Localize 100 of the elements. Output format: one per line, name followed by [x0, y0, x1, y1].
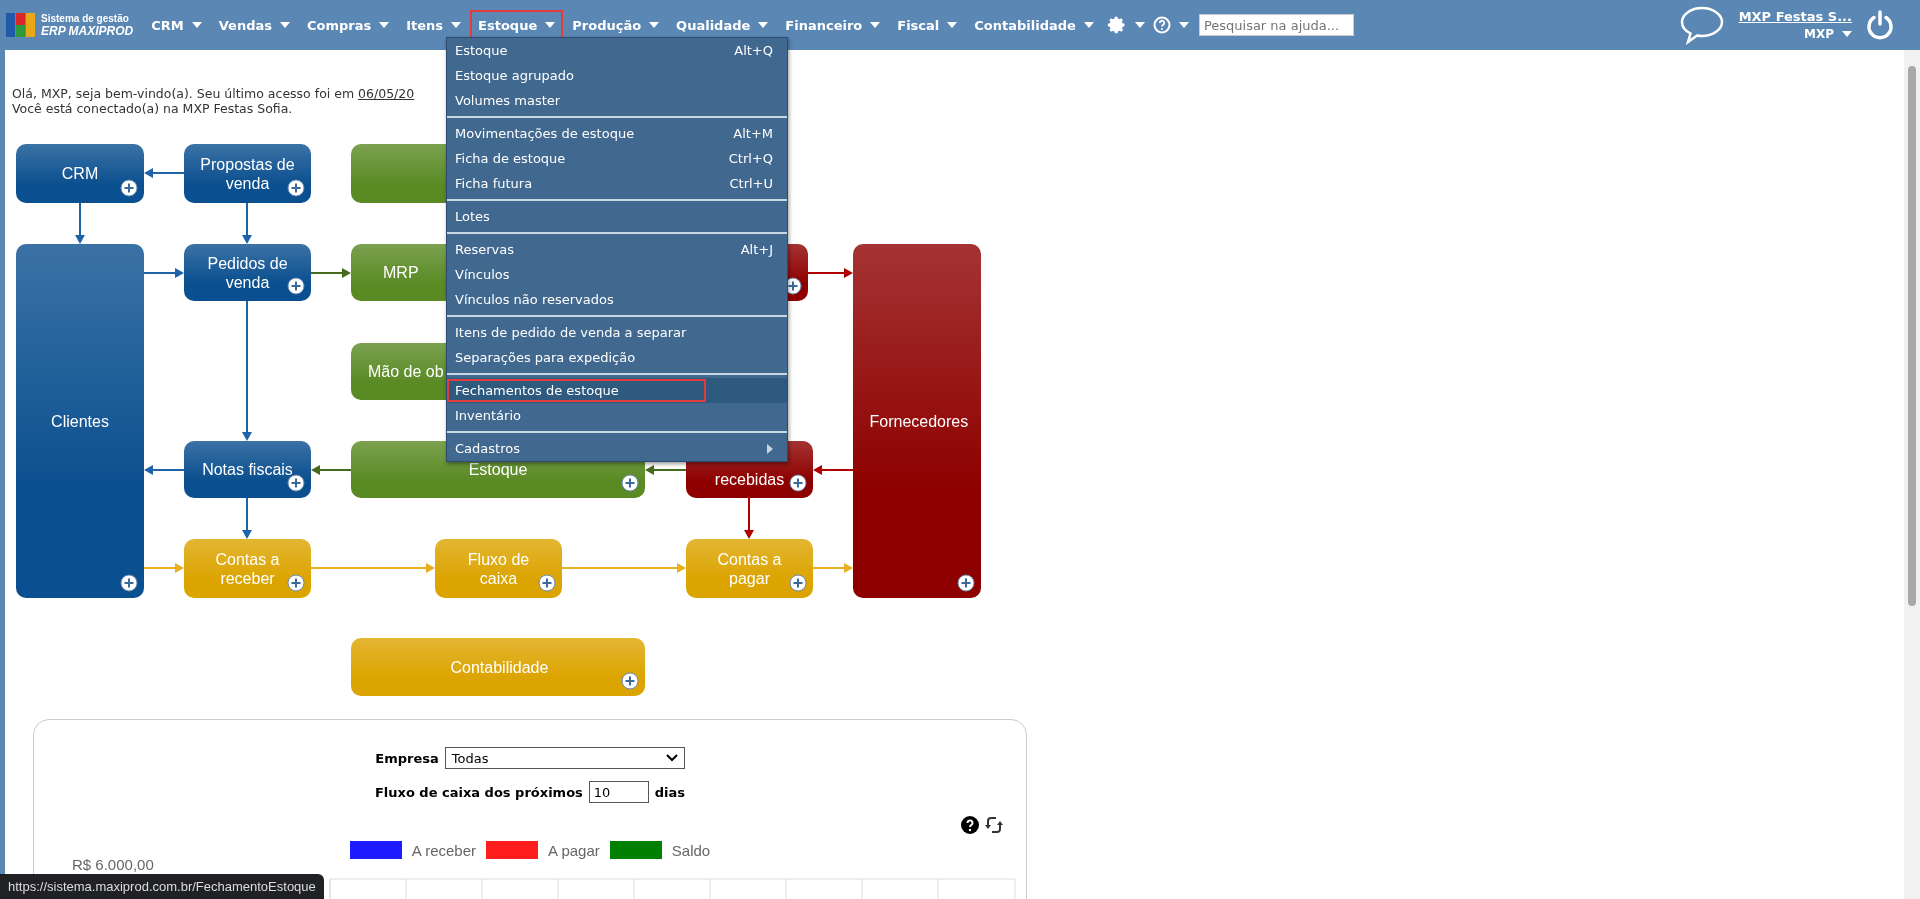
add-icon[interactable]	[287, 277, 305, 295]
add-icon[interactable]	[287, 574, 305, 592]
connector-arrow	[807, 268, 853, 278]
scrollbar-thumb[interactable]	[1908, 66, 1916, 606]
connector-arrow	[144, 465, 185, 475]
logo-subtitle: Sistema de gestão	[41, 12, 130, 24]
menu-item[interactable]: Estoque agrupado	[447, 63, 787, 88]
add-icon[interactable]	[789, 574, 807, 592]
shortcut-text: Ctrl+U	[729, 176, 773, 191]
refresh-icon[interactable]	[984, 815, 1004, 835]
connector-arrow	[143, 268, 184, 278]
connector-arrow	[813, 465, 854, 475]
chat-bubble-icon[interactable]	[1678, 5, 1725, 45]
menu-item[interactable]: Estoque Alt+Q	[447, 38, 787, 63]
caret-icon	[280, 22, 290, 28]
last-access-link[interactable]: 06/05/20	[358, 86, 415, 101]
flow-node[interactable]: Fornecedores	[853, 244, 981, 598]
connector-arrow	[311, 465, 352, 475]
nav-menu-item[interactable]: Vendas	[210, 10, 298, 40]
nav-menu-item[interactable]: Compras	[299, 10, 398, 40]
add-icon[interactable]	[120, 179, 138, 197]
menu-item[interactable]: Vínculos	[447, 262, 787, 287]
add-icon[interactable]	[789, 474, 807, 492]
connector-arrow	[242, 202, 252, 244]
connector-arrow	[143, 563, 184, 573]
caret-icon	[947, 22, 958, 28]
menu-item[interactable]: Vínculos não reservados	[447, 287, 787, 312]
settings-icon	[1106, 15, 1127, 35]
add-icon[interactable]	[621, 474, 639, 492]
menu-item[interactable]: Lotes	[447, 204, 787, 229]
power-icon[interactable]	[1866, 10, 1894, 40]
nav-menu-item[interactable]: Itens	[398, 10, 470, 40]
company-link[interactable]: MXP Festas S...	[1738, 9, 1852, 24]
shortcut-text: Alt+Q	[734, 43, 773, 58]
help-icon	[1152, 16, 1171, 34]
help-icon[interactable]	[960, 815, 980, 835]
shortcut-text: Alt+J	[740, 242, 773, 257]
caret-icon	[451, 22, 462, 28]
company-label: Empresa	[375, 750, 439, 766]
menu-item[interactable]: Ficha futura Ctrl+U	[447, 171, 787, 196]
caret-icon	[649, 22, 660, 28]
menu-item[interactable]: Separações para expedição	[447, 345, 787, 370]
caret-icon	[379, 22, 390, 28]
days-label: Fluxo de caixa dos próximos	[374, 784, 583, 800]
nav-menu-item[interactable]: CRM	[143, 10, 210, 40]
days-field[interactable]: 10	[588, 781, 649, 803]
legend-label: Saldo	[671, 841, 711, 859]
flow-node[interactable]: Clientes	[16, 244, 144, 598]
menu-item[interactable]: Inventário	[447, 403, 787, 428]
menu-item[interactable]: Ficha de estoque Ctrl+Q	[447, 146, 787, 171]
caret-icon	[870, 22, 881, 28]
caret-icon	[1083, 22, 1094, 28]
caret-icon	[1134, 22, 1145, 28]
caret-icon	[758, 22, 769, 28]
caret-icon	[1842, 31, 1852, 37]
nav-menu-item[interactable]: Produção	[564, 10, 668, 40]
connector-arrow	[242, 497, 252, 539]
nav-menu-item[interactable]: Qualidade	[668, 10, 777, 40]
add-icon[interactable]	[287, 179, 305, 197]
legend-label: A receber	[411, 841, 477, 859]
flow-node[interactable]: Pedidos de venda	[184, 244, 311, 301]
add-icon[interactable]	[957, 574, 975, 592]
connector-arrow	[75, 202, 85, 244]
status-url: https://sistema.maxiprod.com.br/FechamentoEstoque	[0, 874, 324, 899]
add-icon[interactable]	[287, 474, 305, 492]
nav-menu-item[interactable]: Financeiro	[777, 10, 889, 40]
connector-arrow	[310, 268, 351, 278]
connector-arrow	[645, 465, 687, 475]
logo-title: ERP MAXIPROD	[41, 23, 134, 38]
y-axis-label: R$ 6.000,00	[72, 856, 154, 873]
connector-arrow	[144, 168, 185, 178]
connection-text: Você está conectado(a) na MXP Festas Sofia.	[12, 101, 293, 116]
help-search-field[interactable]: Pesquisar na ajuda...	[1198, 14, 1354, 36]
legend-label: A pagar	[548, 841, 600, 859]
menu-item[interactable]: Reservas Alt+J	[447, 237, 787, 262]
caret-icon	[1178, 22, 1189, 28]
add-icon[interactable]	[120, 574, 138, 592]
connector-arrow	[744, 497, 754, 539]
greeting-text: Olá, MXP, seja bem-vindo(a). Seu último acesso foi em 06/05/20	[12, 86, 415, 101]
nav-menu-item[interactable]: Contabilidade	[966, 10, 1102, 40]
shortcut-text: Ctrl+Q	[728, 151, 773, 166]
menu-item[interactable]: Itens de pedido de venda a separar	[447, 320, 787, 345]
menu-item[interactable]: Movimentações de estoque Alt+M	[447, 121, 787, 146]
company-select[interactable]: Todas	[444, 747, 685, 769]
chevron-down-icon	[665, 754, 678, 762]
shortcut-text: Alt+M	[733, 126, 773, 141]
menu-item[interactable]: Volumes master	[447, 88, 787, 113]
logo-icon	[6, 11, 36, 39]
caret-icon	[191, 22, 202, 28]
add-icon[interactable]	[538, 574, 556, 592]
caret-icon	[545, 22, 556, 28]
flow-node[interactable]: CRM	[16, 144, 144, 203]
menu-item[interactable]: Fechamentos de estoque	[447, 378, 787, 403]
flow-node[interactable]: Propostas de venda	[184, 144, 311, 203]
add-icon[interactable]	[621, 672, 639, 690]
days-unit: dias	[654, 784, 686, 800]
connector-arrow	[812, 563, 853, 573]
user-menu-button[interactable]: MXP	[1804, 27, 1852, 41]
flow-node[interactable]: Notas fiscais	[184, 441, 311, 498]
nav-menu-item[interactable]: Fiscal	[889, 10, 966, 40]
